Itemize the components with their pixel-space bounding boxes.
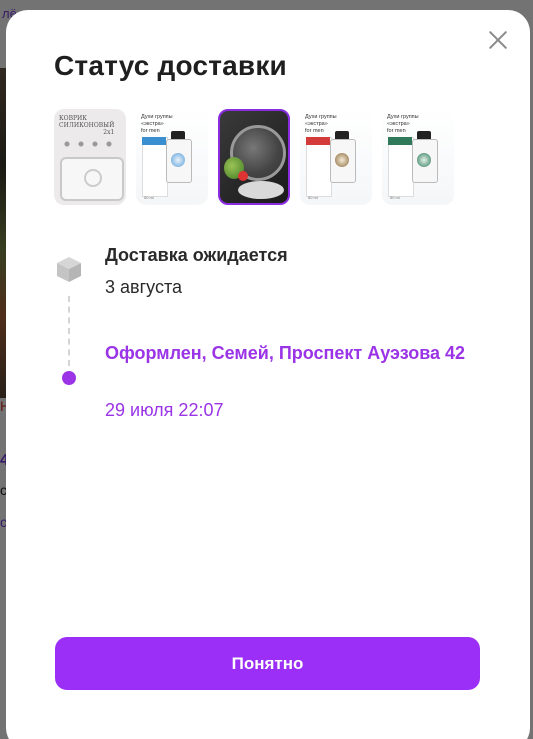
- thumbnail-label: Духи группы «экстра» for men: [141, 114, 173, 135]
- perfume-box: [142, 137, 168, 197]
- thumbnail-label-extra: for men: [387, 128, 406, 134]
- timeline-step-ordered-date: 29 июля 22:07: [105, 400, 224, 420]
- dot-icon: [62, 371, 76, 385]
- timeline-connector: [68, 296, 70, 366]
- thumbnail-label-extra: 2x1: [103, 129, 115, 136]
- perfume-volume: 50 ml: [390, 195, 400, 200]
- timeline-step-ordered-title: Оформлен, Семей, Проспект Ауэзова 42: [105, 343, 466, 363]
- perfume-medal: [171, 153, 185, 167]
- thumbnail-label: Духи группы «экстра» for men: [387, 114, 419, 135]
- tomato-image: [238, 171, 248, 181]
- thumbnail-label-extra: for men: [141, 128, 160, 134]
- thumbnail-label-line: «экстра»: [305, 121, 328, 127]
- close-icon[interactable]: [484, 26, 512, 54]
- perfume-volume: 50 ml: [308, 195, 318, 200]
- box-icon: [57, 257, 81, 282]
- product-thumbnail-kitchen-lid[interactable]: [218, 109, 290, 205]
- feature-icons: [60, 139, 118, 149]
- product-thumbnail-perfume-green[interactable]: Духи группы «экстра» for men 50 ml: [382, 109, 454, 205]
- thumbnail-label-extra: for men: [305, 128, 324, 134]
- thumbnail-label-line: Духи группы: [305, 114, 337, 120]
- delivery-status-modal: Статус доставки КОВРИК СИЛИКОНОВЫЙ 2x1 Д…: [6, 10, 530, 739]
- product-thumbnail-silicone-mat[interactable]: КОВРИК СИЛИКОНОВЫЙ 2x1: [54, 109, 126, 205]
- perfume-volume: 50 ml: [144, 195, 154, 200]
- mat-image: [60, 157, 124, 201]
- perfume-box: [306, 137, 332, 197]
- perfume-box: [388, 137, 414, 197]
- product-thumbnails: КОВРИК СИЛИКОНОВЫЙ 2x1 Духи группы «экст…: [54, 109, 454, 205]
- perfume-stripe: [306, 137, 330, 145]
- thumbnail-label-line: СИЛИКОНОВЫЙ: [59, 122, 115, 129]
- ok-button[interactable]: Понятно: [55, 637, 480, 690]
- modal-title: Статус доставки: [54, 50, 287, 81]
- thumbnail-label: КОВРИК СИЛИКОНОВЫЙ 2x1: [59, 115, 114, 136]
- perfume-medal: [335, 153, 349, 167]
- perfume-medal: [417, 153, 431, 167]
- thumbnail-label-line: Духи группы: [141, 114, 173, 120]
- thumbnail-label-line: «экстра»: [387, 121, 410, 127]
- thumbnail-label-line: КОВРИК: [59, 115, 87, 122]
- timeline-step-expected-title: Доставка ожидается: [105, 245, 288, 265]
- thumbnail-label-line: Духи группы: [387, 114, 419, 120]
- thumbnail-label-line: «экстра»: [141, 121, 164, 127]
- thumbnail-label: Духи группы «экстра» for men: [305, 114, 337, 135]
- perfume-stripe: [388, 137, 412, 145]
- product-thumbnail-perfume-red[interactable]: Духи группы «экстра» for men 50 ml: [300, 109, 372, 205]
- product-thumbnail-perfume-blue[interactable]: Духи группы «экстра» for men 50 ml: [136, 109, 208, 205]
- plate-image: [238, 181, 284, 199]
- timeline-step-expected-date: 3 августа: [105, 277, 183, 297]
- perfume-stripe: [142, 137, 166, 145]
